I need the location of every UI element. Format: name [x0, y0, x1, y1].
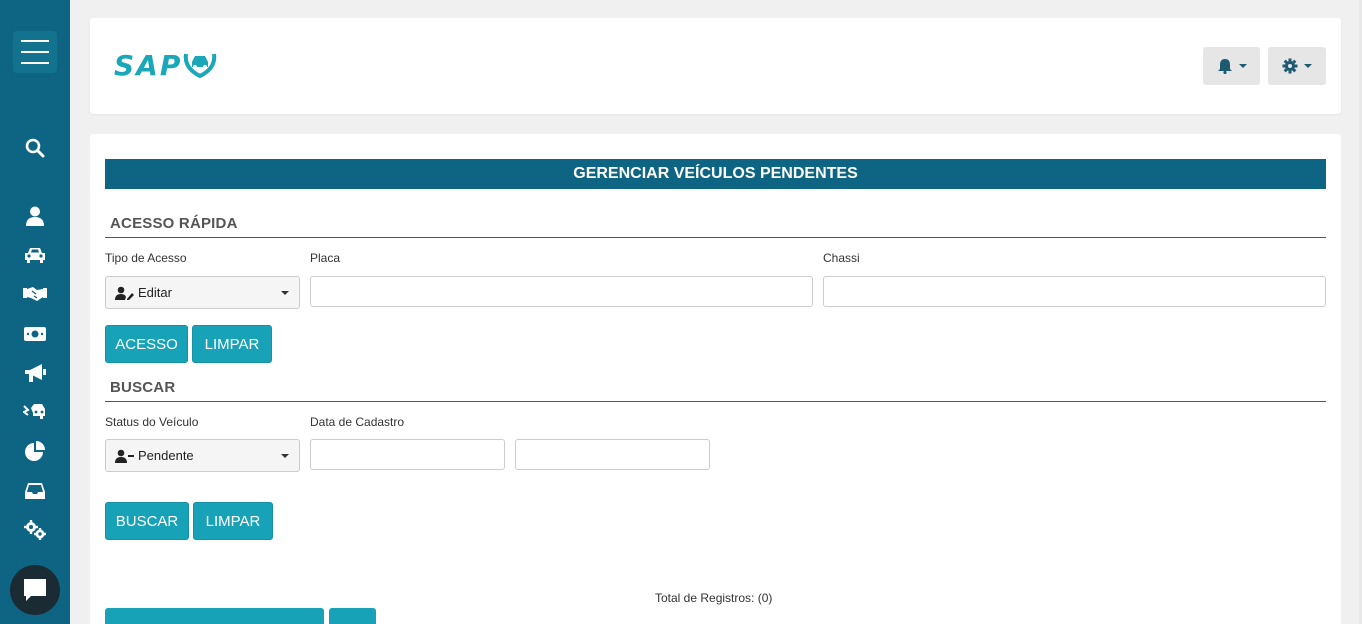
tipo-acesso-select[interactable]: Editar	[105, 276, 300, 309]
acesso-button[interactable]: ACESSO	[105, 325, 188, 363]
chat-icon[interactable]	[10, 565, 60, 615]
cogs-icon[interactable]	[0, 519, 70, 541]
chevron-down-icon	[281, 454, 289, 458]
car-crash-icon[interactable]	[0, 401, 70, 423]
sidebar	[0, 0, 70, 624]
total-records: Total de Registros: (0)	[655, 591, 773, 605]
page-title: GERENCIAR VEÍCULOS PENDENTES	[105, 159, 1326, 189]
header-bar: SAP	[90, 18, 1341, 114]
money-icon[interactable]	[0, 324, 70, 344]
pie-chart-icon[interactable]	[0, 441, 70, 463]
chevron-down-icon	[281, 291, 289, 295]
placa-label: Placa	[310, 251, 341, 265]
divider	[105, 401, 1326, 402]
partial-button[interactable]	[105, 608, 324, 624]
notifications-button[interactable]	[1203, 47, 1260, 85]
chassi-label: Chassi	[823, 251, 860, 265]
main-panel: GERENCIAR VEÍCULOS PENDENTES ACESSO RÁPI…	[90, 134, 1341, 624]
menu-icon[interactable]	[13, 31, 57, 73]
limpar-acesso-button[interactable]: LIMPAR	[192, 325, 272, 363]
logo-car-hands-icon	[184, 53, 217, 79]
data-cadastro-from-input[interactable]	[310, 439, 505, 470]
buscar-button[interactable]: BUSCAR	[105, 502, 189, 540]
tipo-acesso-value: Editar	[138, 285, 172, 300]
chevron-down-icon	[1304, 64, 1312, 68]
search-section-title: BUSCAR	[110, 379, 176, 396]
car-icon[interactable]	[0, 244, 70, 266]
gear-icon	[1282, 58, 1298, 74]
data-cadastro-label: Data de Cadastro	[310, 415, 405, 429]
settings-button[interactable]	[1268, 47, 1326, 85]
placa-input[interactable]	[310, 276, 813, 307]
chevron-down-icon	[1238, 64, 1247, 68]
partial-button[interactable]	[329, 608, 376, 624]
bell-icon	[1217, 59, 1232, 74]
divider	[105, 237, 1326, 238]
status-veiculo-select[interactable]: Pendente	[105, 439, 300, 472]
user-icon[interactable]	[0, 205, 70, 227]
logo[interactable]: SAP	[114, 48, 218, 82]
limpar-busca-button[interactable]: LIMPAR	[193, 502, 273, 540]
search-icon[interactable]	[0, 136, 70, 160]
status-veiculo-label: Status do Veículo	[105, 415, 199, 429]
quick-access-title: ACESSO RÁPIDA	[110, 215, 238, 232]
data-cadastro-to-input[interactable]	[515, 439, 710, 470]
status-veiculo-value: Pendente	[138, 448, 194, 463]
inbox-icon[interactable]	[0, 480, 70, 502]
user-minus-icon	[115, 449, 134, 463]
user-edit-icon	[115, 286, 134, 300]
tipo-acesso-label: Tipo de Acesso	[105, 251, 187, 265]
megaphone-icon[interactable]	[0, 362, 70, 384]
chassi-input[interactable]	[823, 276, 1326, 307]
handshake-icon[interactable]	[0, 284, 70, 304]
